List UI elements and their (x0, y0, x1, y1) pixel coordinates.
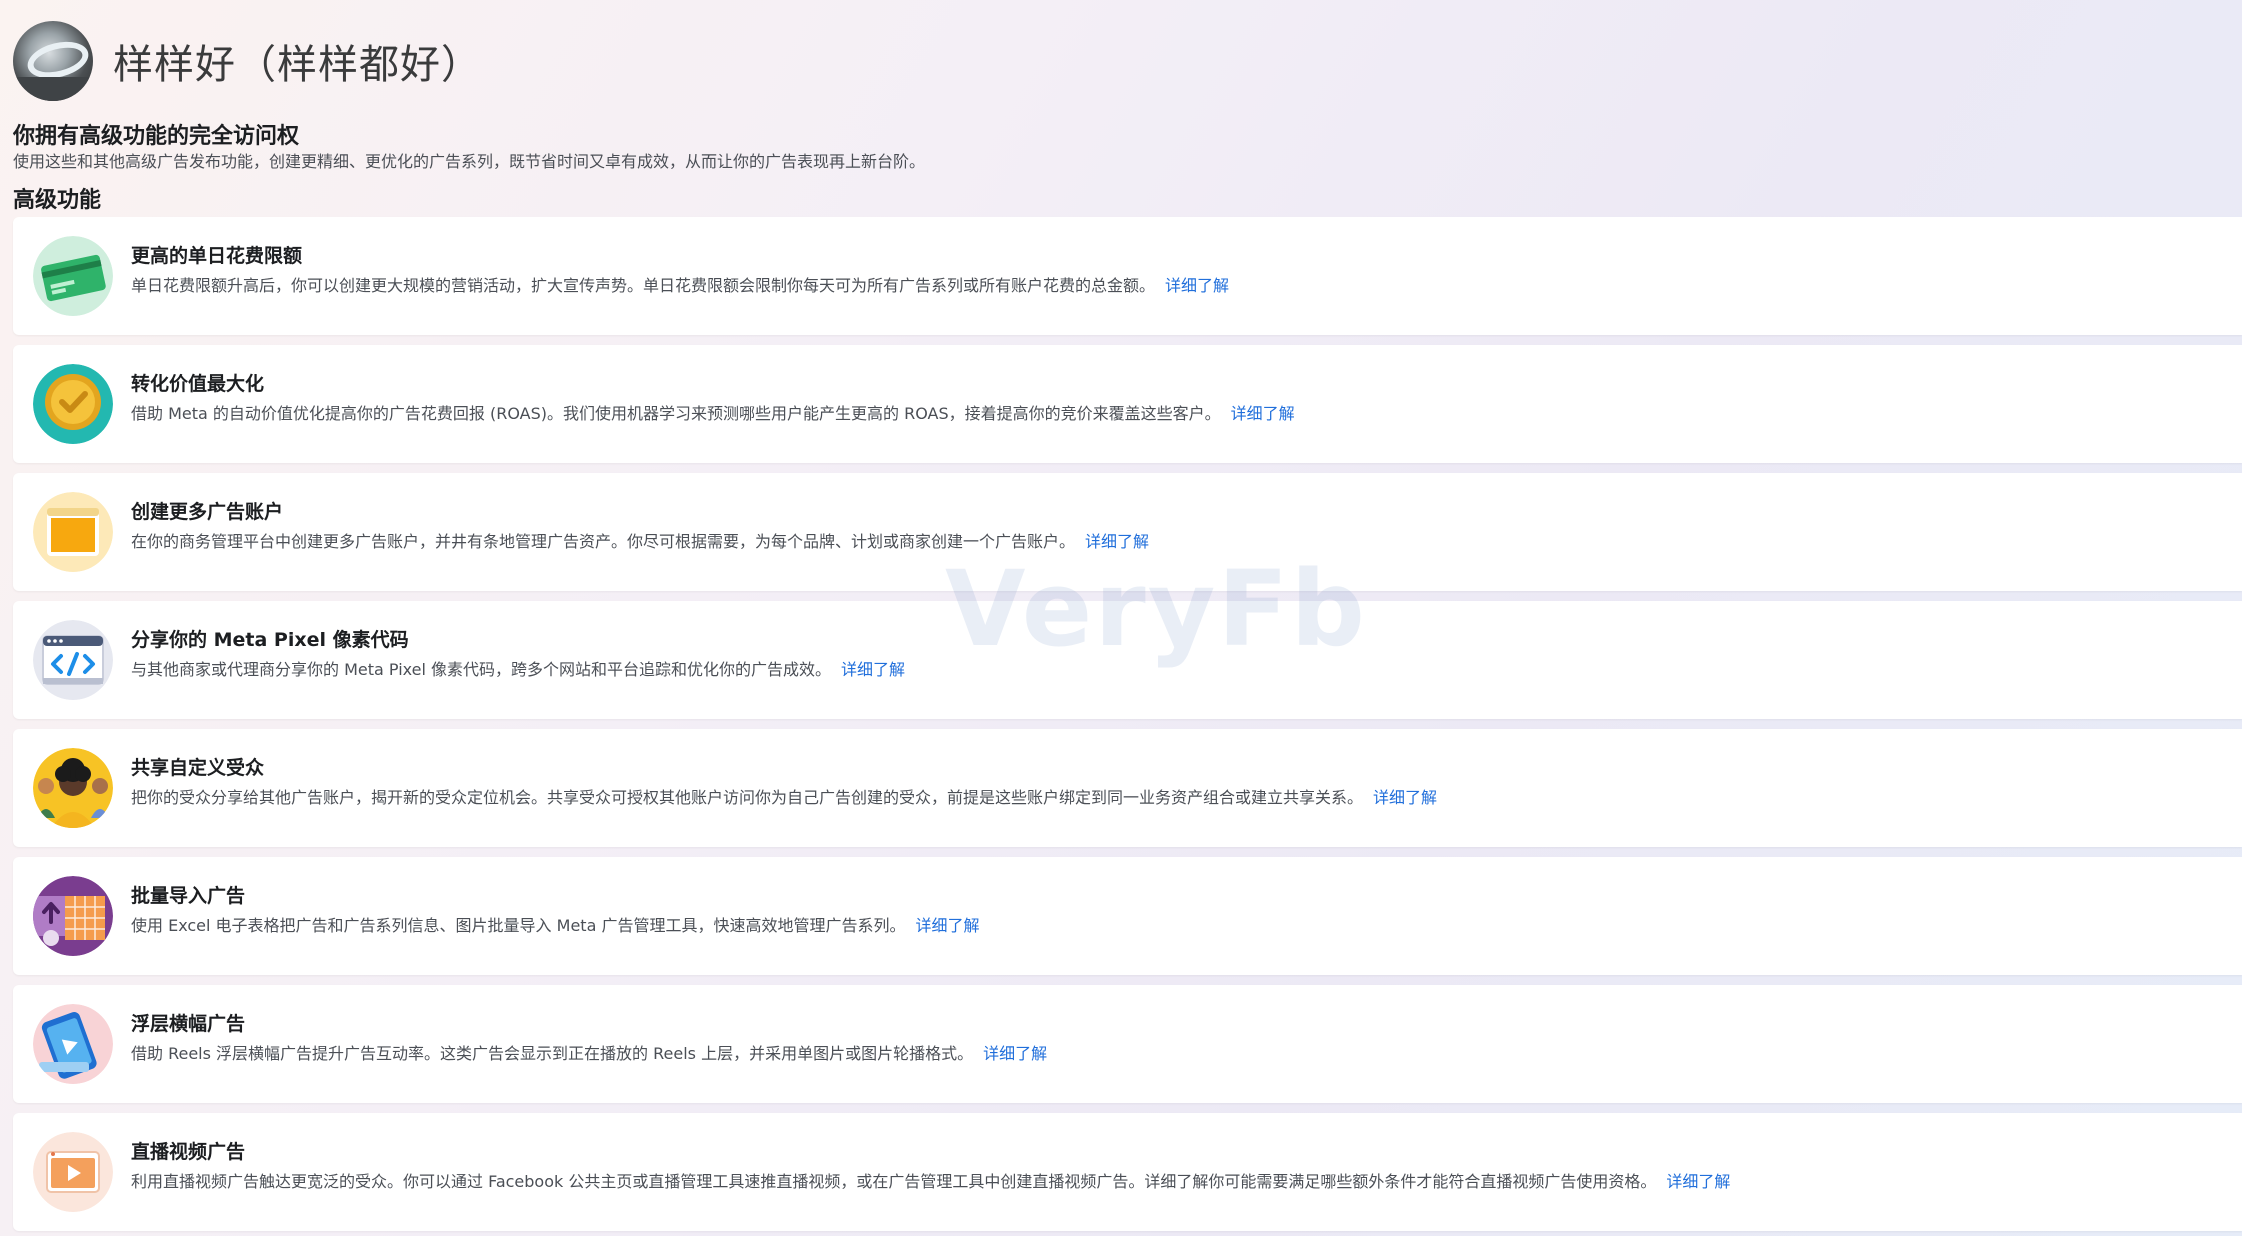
spreadsheet-icon (33, 876, 113, 956)
feature-title: 更高的单日花费限额 (131, 245, 303, 267)
feature-card-reels-banner: 浮层横幅广告 借助 Reels 浮层横幅广告提升广告互动率。这类广告会显示到正在… (13, 985, 2242, 1103)
live-video-icon (33, 1132, 113, 1212)
feature-card-ad-accounts: 创建更多广告账户 在你的商务管理平台中创建更多广告账户，并井有条地管理广告资产。… (13, 473, 2242, 591)
reels-banner-icon (33, 1004, 113, 1084)
feature-description: 把你的受众分享给其他广告账户，揭开新的受众定位机会。共享受众可授权其他账户访问你… (131, 788, 1438, 807)
feature-description: 在你的商务管理平台中创建更多广告账户，并井有条地管理广告资产。你尽可根据需要，为… (131, 532, 1150, 551)
feature-card-live-video: 直播视频广告 利用直播视频广告触达更宽泛的受众。你可以通过 Facebook 公… (13, 1113, 2242, 1231)
access-title: 你拥有高级功能的完全访问权 (13, 124, 300, 149)
learn-more-link[interactable]: 详细了解 (1165, 276, 1229, 295)
learn-more-link[interactable]: 详细了解 (1085, 532, 1149, 551)
feature-title: 分享你的 Meta Pixel 像素代码 (131, 629, 409, 651)
feature-card-bulk-import: 批量导入广告 使用 Excel 电子表格把广告和广告系列信息、图片批量导入 Me… (13, 857, 2242, 975)
learn-more-link[interactable]: 详细了解 (915, 916, 979, 935)
feature-card-custom-audience: 共享自定义受众 把你的受众分享给其他广告账户，揭开新的受众定位机会。共享受众可授… (13, 729, 2242, 847)
feature-description: 使用 Excel 电子表格把广告和广告系列信息、图片批量导入 Meta 广告管理… (131, 916, 980, 935)
credit-card-icon (33, 236, 113, 316)
feature-title: 转化价值最大化 (131, 373, 265, 395)
learn-more-link[interactable]: 详细了解 (1231, 404, 1295, 423)
feature-title: 直播视频广告 (131, 1141, 246, 1163)
profile-name: 样样好（样样都好） (113, 42, 482, 88)
feature-description: 单日花费限额升高后，你可以创建更大规模的营销活动，扩大宣传声势。单日花费限额会限… (131, 276, 1230, 295)
feature-card-pixel-share: 分享你的 Meta Pixel 像素代码 与其他商家或代理商分享你的 Meta … (13, 601, 2242, 719)
feature-card-value-optimization: 转化价值最大化 借助 Meta 的自动价值优化提高你的广告花费回报 (ROAS)… (13, 345, 2242, 463)
audience-icon (33, 748, 113, 828)
feature-title: 批量导入广告 (131, 885, 246, 907)
learn-more-link[interactable]: 详细了解 (1666, 1172, 1730, 1191)
feature-description: 借助 Meta 的自动价值优化提高你的广告花费回报 (ROAS)。我们使用机器学… (131, 404, 1295, 423)
profile-header: 样样好（样样都好） (13, 20, 482, 102)
feature-title: 浮层横幅广告 (131, 1013, 246, 1035)
feature-description: 借助 Reels 浮层横幅广告提升广告互动率。这类广告会显示到正在播放的 Ree… (131, 1044, 1048, 1063)
feature-card-spend-limit: 更高的单日花费限额 单日花费限额升高后，你可以创建更大规模的营销活动，扩大宣传声… (13, 217, 2242, 335)
ad-account-icon (33, 492, 113, 572)
avatar[interactable] (13, 21, 93, 101)
learn-more-link[interactable]: 详细了解 (983, 1044, 1047, 1063)
learn-more-link[interactable]: 详细了解 (1373, 788, 1437, 807)
feature-title: 共享自定义受众 (131, 757, 265, 779)
code-window-icon (33, 620, 113, 700)
feature-description: 与其他商家或代理商分享你的 Meta Pixel 像素代码，跨多个网站和平台追踪… (131, 660, 906, 679)
feature-description: 利用直播视频广告触达更宽泛的受众。你可以通过 Facebook 公共主页或直播管… (131, 1172, 1731, 1191)
access-description: 使用这些和其他高级广告发布功能，创建更精细、更优化的广告系列，既节省时间又卓有成… (13, 152, 926, 171)
section-title: 高级功能 (13, 188, 102, 213)
learn-more-link[interactable]: 详细了解 (841, 660, 905, 679)
gold-coin-icon (33, 364, 113, 444)
feature-title: 创建更多广告账户 (131, 501, 284, 523)
